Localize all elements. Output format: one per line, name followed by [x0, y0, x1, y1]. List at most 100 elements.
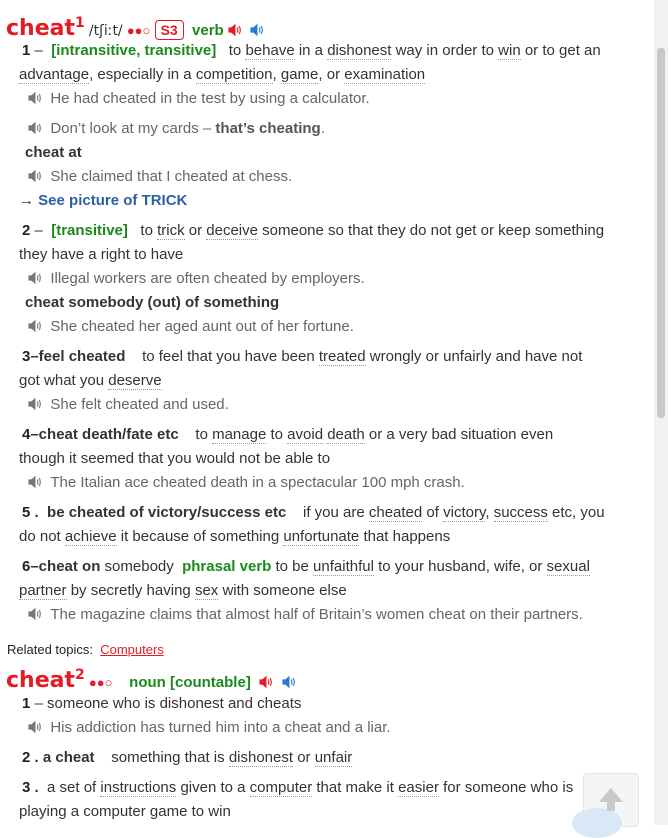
- def-text: got what you: [19, 372, 105, 389]
- word-link-behave[interactable]: behave: [245, 42, 295, 60]
- sense-1-line-2: advantage, especially in a competition , …: [19, 64, 426, 86]
- sense-number: 1: [22, 42, 31, 59]
- word-link-sexual[interactable]: sexual: [546, 558, 590, 576]
- word-link-unfair[interactable]: unfair: [314, 749, 353, 767]
- word-link-deceive[interactable]: deceive: [206, 222, 258, 240]
- word-link-competition[interactable]: competition: [195, 66, 273, 84]
- speaker-gray-icon[interactable]: [28, 319, 42, 333]
- word-link-easier[interactable]: easier: [398, 779, 439, 797]
- example-2: Don’t look at my cards – that’s cheating…: [28, 118, 325, 140]
- def-text: that happens: [363, 528, 451, 545]
- arrow-icon: →: [19, 192, 34, 209]
- def-text: with someone else: [222, 582, 347, 599]
- sense-5-line-2: do not achieve it because of something u…: [19, 526, 450, 548]
- word-link-deserve[interactable]: deserve: [108, 372, 162, 390]
- word-link-advantage[interactable]: advantage: [19, 66, 90, 84]
- related-topic-link[interactable]: Computers: [100, 642, 164, 657]
- example-text: .: [320, 120, 325, 137]
- sense-lead-phrase: a cheat: [42, 749, 95, 766]
- vertical-scrollbar[interactable]: [654, 0, 668, 825]
- word-link-success[interactable]: success: [493, 504, 548, 522]
- speaker-blue-icon[interactable]: [282, 675, 296, 689]
- def-text: by secretly having: [70, 582, 191, 599]
- example-text: The Italian ace cheated death in a spect…: [50, 474, 465, 491]
- def-text: to your husband, wife, or: [378, 558, 543, 575]
- sense-lead-phrase: –cheat death/fate etc: [30, 426, 179, 443]
- sense-6-line-1: 6–cheat on somebody phrasal verb to be u…: [22, 556, 590, 578]
- frequency-dots: ●●○: [88, 675, 113, 690]
- def-text: someone who is dishonest and cheats: [47, 695, 302, 712]
- word-link-dishonest[interactable]: dishonest: [228, 749, 294, 767]
- part-of-speech: verb: [192, 22, 224, 39]
- def-text: way in order to: [395, 42, 494, 59]
- example-4: Illegal workers are often cheated by emp…: [28, 268, 365, 290]
- def-text: something that is: [111, 749, 225, 766]
- entry2-header: cheat2 ●●○ noun [countable]: [6, 661, 296, 697]
- speaker-red-icon[interactable]: [228, 23, 242, 37]
- grammar-code: [transitive]: [51, 222, 128, 239]
- word-link-examination[interactable]: examination: [344, 66, 426, 84]
- dictionary-page: cheat1 /tʃiːt/ ●●○ S3 verb 1 – [intransi…: [0, 0, 654, 838]
- speaker-blue-icon[interactable]: [250, 23, 264, 37]
- sense-4-line-1: 4–cheat death/fate etc to manage to avoi…: [22, 424, 553, 446]
- example-text: She cheated her aged aunt out of her for…: [50, 318, 354, 335]
- speaker-gray-icon[interactable]: [28, 169, 42, 183]
- collocation-cheat-somebody: cheat somebody (out) of something: [25, 294, 280, 311]
- example-text: Don’t look at my cards –: [50, 120, 216, 137]
- word-link-cheated[interactable]: cheated: [368, 504, 423, 522]
- word-link-unfaithful[interactable]: unfaithful: [313, 558, 374, 576]
- word-link-unfortunate[interactable]: unfortunate: [283, 528, 360, 546]
- see-picture-link[interactable]: See picture of TRICK: [38, 192, 187, 209]
- word-link-avoid[interactable]: avoid: [287, 426, 324, 444]
- example-highlight: that’s cheating: [215, 120, 321, 137]
- word-link-death[interactable]: death: [327, 426, 365, 444]
- speaker-gray-icon[interactable]: [28, 91, 42, 105]
- scroll-to-top-icon-stem: [607, 801, 615, 811]
- word-link-victory[interactable]: victory: [443, 504, 486, 522]
- example-text: She felt cheated and used.: [50, 396, 229, 413]
- word-link-sex[interactable]: sex: [194, 582, 219, 600]
- example-8: The magazine claims that almost half of …: [28, 604, 583, 626]
- frequency-dots: ●●○: [126, 23, 151, 38]
- word-link-computer[interactable]: computer: [249, 779, 313, 797]
- word-link-trick[interactable]: trick: [157, 222, 185, 240]
- def-text: wrongly or unfairly and have not: [369, 348, 583, 365]
- speaker-gray-icon[interactable]: [28, 475, 42, 489]
- word-link-dishonest[interactable]: dishonest: [327, 42, 392, 60]
- word-link-partner[interactable]: partner: [19, 582, 67, 600]
- def-text: , especially in a: [89, 66, 192, 83]
- sense-4-line-2: though it seemed that you would not be a…: [19, 450, 331, 467]
- def-text: of: [426, 504, 439, 521]
- def-text: in a: [298, 42, 324, 59]
- word-link-game[interactable]: game: [280, 66, 319, 84]
- word-link-achieve[interactable]: achieve: [64, 528, 117, 546]
- sense-lead-phrase: be cheated of victory/success etc: [47, 504, 287, 521]
- speaker-gray-icon[interactable]: [28, 720, 42, 734]
- speaker-gray-icon[interactable]: [28, 121, 42, 135]
- speaker-gray-icon[interactable]: [28, 397, 42, 411]
- example-5: She cheated her aged aunt out of her for…: [28, 316, 354, 338]
- example-text: Illegal workers are often cheated by emp…: [50, 270, 365, 287]
- speaker-red-icon[interactable]: [259, 675, 273, 689]
- scrollbar-thumb[interactable]: [657, 48, 665, 418]
- homograph-number: 2: [75, 667, 85, 683]
- noun-sense-3-line-1: 3 . a set of instructions given to a com…: [22, 777, 573, 799]
- word-link-manage[interactable]: manage: [212, 426, 267, 444]
- sense-2-line-2: they have a right to have: [19, 246, 184, 263]
- speaker-gray-icon[interactable]: [28, 607, 42, 621]
- sense-2-line-1: 2 – [transitive] to trick or deceive som…: [22, 220, 604, 242]
- def-text: , or: [318, 66, 341, 83]
- noun-sense-2: 2 . a cheat something that is dishonest …: [22, 747, 353, 769]
- word-link-win[interactable]: win: [498, 42, 521, 60]
- sense-dot: .: [34, 749, 39, 766]
- def-text: that make it: [316, 779, 394, 796]
- speaker-gray-icon[interactable]: [28, 271, 42, 285]
- word-link-treated[interactable]: treated: [318, 348, 366, 366]
- scroll-to-top-button[interactable]: [572, 773, 639, 838]
- word-link-instructions[interactable]: instructions: [100, 779, 177, 797]
- sense-number: 1: [22, 695, 31, 712]
- grammar-code: [intransitive, transitive]: [51, 42, 217, 59]
- related-topics-label: Related topics:: [7, 642, 93, 657]
- example-6: She felt cheated and used.: [28, 394, 229, 416]
- def-text: or: [297, 749, 311, 766]
